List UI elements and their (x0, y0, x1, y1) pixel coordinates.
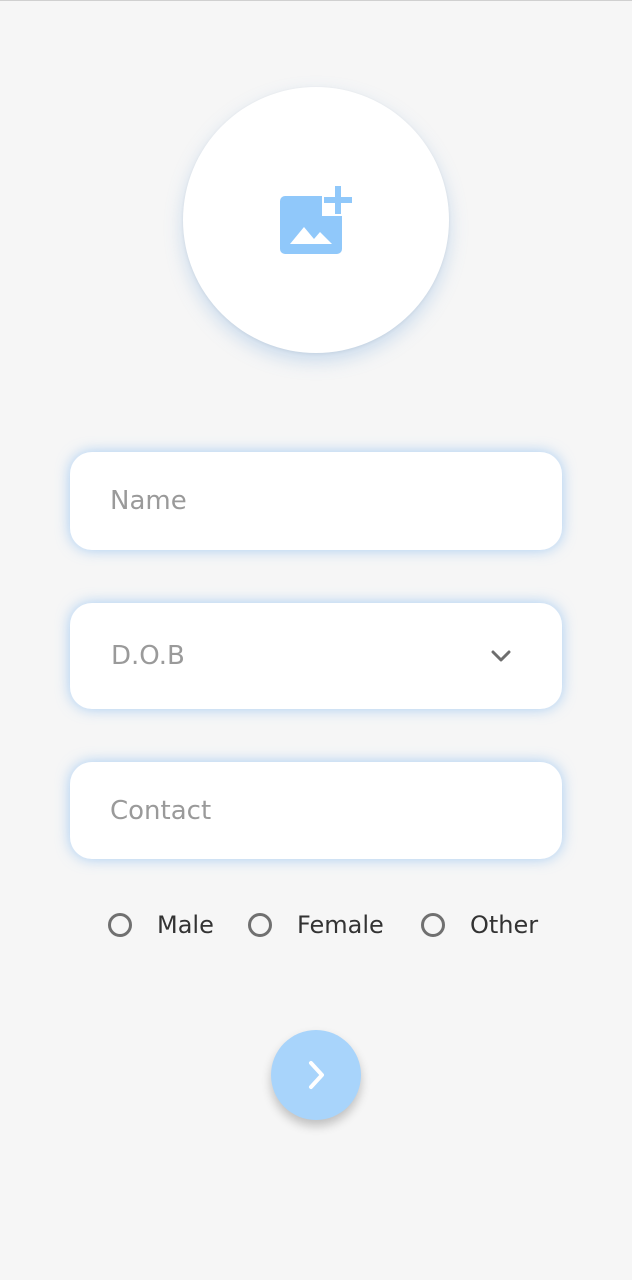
radio-button[interactable] (108, 913, 132, 937)
radio-button[interactable] (248, 913, 272, 937)
radio-label-other: Other (470, 911, 539, 939)
chevron-right-icon (309, 1061, 324, 1089)
gender-radio-other[interactable]: Other (421, 905, 538, 945)
add-photo-icon (280, 184, 354, 254)
radio-button[interactable] (421, 913, 445, 937)
name-field[interactable] (70, 452, 562, 550)
gender-radio-male[interactable]: Male (108, 905, 214, 945)
contact-field[interactable] (70, 762, 562, 859)
top-divider (0, 0, 632, 1)
next-button[interactable] (271, 1030, 361, 1120)
dob-placeholder: D.O.B (111, 641, 185, 671)
contact-input[interactable] (70, 762, 562, 859)
radio-label-male: Male (157, 911, 214, 939)
gender-radio-group: Male Female Other (106, 905, 566, 945)
chevron-down-icon (491, 650, 511, 662)
radio-label-female: Female (297, 911, 384, 939)
avatar-picker[interactable] (183, 87, 449, 353)
gender-radio-female[interactable]: Female (248, 905, 384, 945)
dob-dropdown[interactable]: D.O.B (70, 603, 562, 709)
name-input[interactable] (70, 452, 562, 550)
